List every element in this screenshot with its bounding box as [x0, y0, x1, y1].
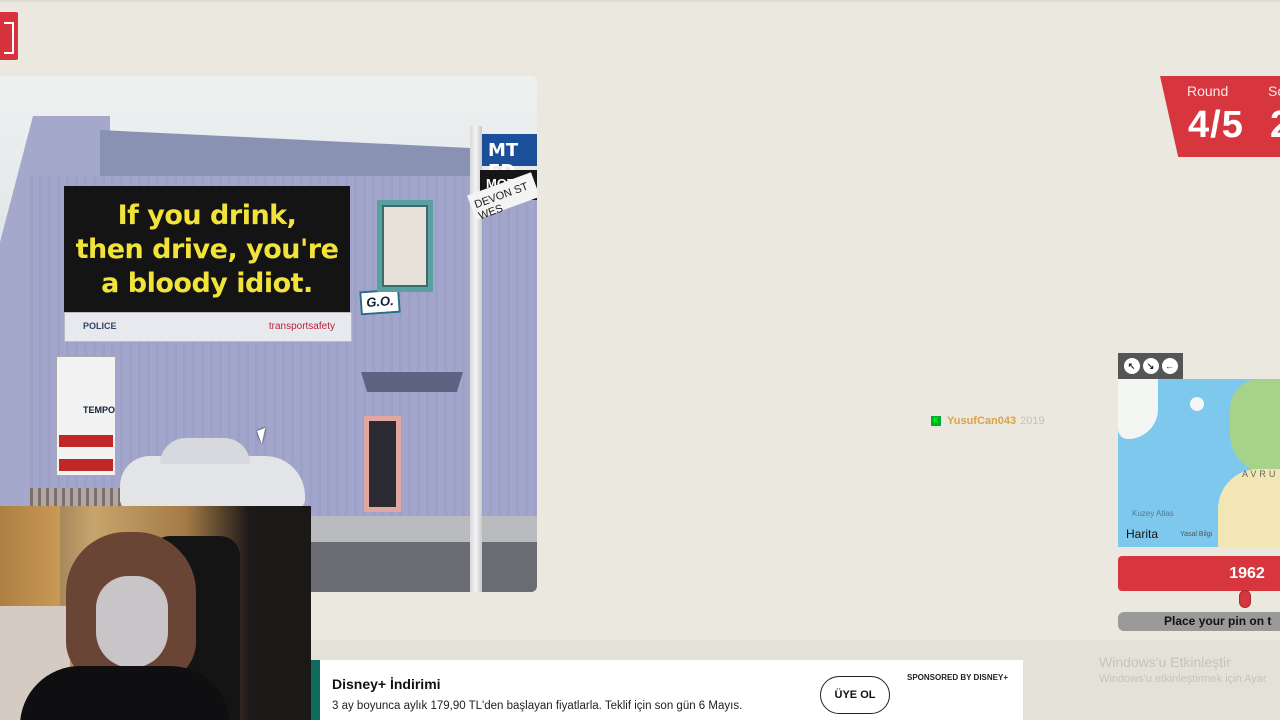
player-name: YusufCan043	[947, 415, 1017, 427]
app-logo-icon[interactable]	[0, 12, 18, 60]
car	[120, 438, 305, 508]
billboard-text: If you drink, then drive, you're a bloody …	[75, 200, 339, 299]
door	[364, 416, 401, 512]
billboard: If you drink, then drive, you're a bloody …	[64, 186, 350, 314]
map-brand: Harita	[1126, 527, 1159, 541]
ad-signup-button[interactable]: ÜYE OL	[820, 676, 890, 714]
score-label: Sc	[1268, 83, 1280, 99]
player-year: 2019	[1020, 415, 1045, 427]
year-slider-handle[interactable]	[1239, 590, 1251, 608]
player-tag: K YusufCan043 2019	[931, 415, 1045, 427]
year-display: 1962	[1118, 556, 1280, 591]
top-border	[0, 0, 1280, 2]
awning	[361, 372, 463, 392]
billboard-strip: POLICE transportsafety	[64, 312, 352, 342]
window	[377, 200, 433, 292]
streamer-body	[20, 666, 230, 720]
round-value: 4/5	[1188, 104, 1244, 146]
expand-icon[interactable]: ↖	[1123, 358, 1140, 374]
player-badge-icon: K	[931, 416, 941, 427]
billboard-sponsor: transportsafety	[268, 321, 335, 332]
webcam-overlay	[0, 506, 311, 720]
score-value: 2	[1270, 104, 1280, 147]
ad-sponsor: SPONSORED BY DISNEY+	[907, 673, 1008, 682]
guess-map[interactable]: AVRU Kuzey Atlas Harita Yasal Bilgi	[1118, 379, 1280, 547]
shop-sign-text: TEMPO	[83, 405, 116, 415]
ad-banner[interactable]: Disney+ İndirimi 3 ay boyunca aylık 179,…	[311, 660, 1023, 720]
place-pin-button[interactable]: Place your pin on t	[1118, 612, 1280, 631]
map-legal-link[interactable]: Yasal Bilgi	[1180, 531, 1212, 538]
windows-activation-title: Windows'u Etkinleştir	[1099, 654, 1231, 670]
street-sign-1: MT ED	[482, 134, 537, 182]
ad-text: 3 ay boyunca aylık 179,90 TL'den başlaya…	[332, 700, 743, 712]
streamer-face	[96, 576, 168, 668]
shrink-icon[interactable]: ↘	[1142, 358, 1159, 374]
go-badge: G.O.	[359, 288, 401, 316]
ad-title: Disney+ İndirimi	[332, 676, 441, 692]
round-badge: Round 4/5 Sc 2	[1160, 76, 1280, 157]
map-toolbar: ↖ ↘ ←	[1118, 353, 1183, 379]
map-region-label: AVRU	[1242, 469, 1279, 479]
map-sea-label: Kuzey Atlas	[1132, 509, 1174, 518]
windows-activation-text: Windows'u etkinleştirmek için Ayar	[1099, 673, 1267, 685]
pin-left-icon[interactable]: ←	[1161, 358, 1178, 374]
round-label: Round	[1187, 83, 1229, 99]
billboard-police: POLICE	[83, 321, 117, 331]
shop-sign: TEMPO	[56, 356, 116, 476]
